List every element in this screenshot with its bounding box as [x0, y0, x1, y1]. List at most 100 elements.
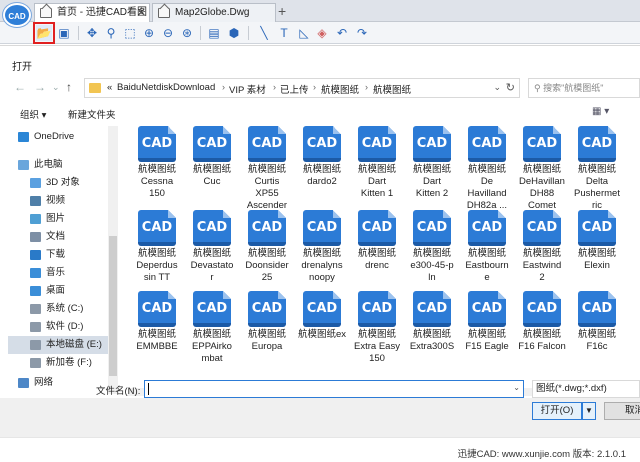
- organize-button[interactable]: 组织 ▾: [20, 107, 46, 121]
- zoom-out-icon[interactable]: ⊖: [160, 25, 176, 41]
- tab-home[interactable]: 首页 - 迅捷CAD看图 ✕: [34, 3, 150, 22]
- open-file-icon[interactable]: 📂: [33, 22, 55, 44]
- sidebar-item[interactable]: 软件 (D:): [8, 318, 118, 336]
- zoom-extents-icon[interactable]: ⊛: [179, 25, 195, 41]
- file-item[interactable]: CAD 航模图纸 drenc: [350, 210, 404, 272]
- file-item[interactable]: CAD 航模图纸 EMMBBE: [130, 291, 184, 353]
- sidebar-item[interactable]: 桌面: [8, 282, 118, 300]
- chevron-down-icon[interactable]: ⌄: [493, 82, 501, 93]
- file-item[interactable]: CAD 航模图纸 Delta Pushermet ric: [570, 126, 624, 212]
- file-item[interactable]: CAD 航模图纸 Curtis XP55 Ascender: [240, 126, 294, 212]
- sidebar-item[interactable]: 图片: [8, 210, 118, 228]
- file-item[interactable]: CAD 航模图纸 e300-45-p ln: [405, 210, 459, 284]
- chevron-down-icon[interactable]: ⌄: [513, 383, 520, 392]
- file-item[interactable]: CAD 航模图纸 Extra300S: [405, 291, 459, 353]
- file-item[interactable]: CAD 航模图纸 Devastato r: [185, 210, 239, 284]
- file-item[interactable]: CAD 航模图纸 dardo2: [295, 126, 349, 188]
- file-item[interactable]: CAD 航模图纸 EPPAirko mbat: [185, 291, 239, 365]
- 3d-view-icon[interactable]: ⬢: [226, 25, 242, 41]
- page-corner-icon: [608, 291, 616, 299]
- file-type-select[interactable]: 图纸(*.dwg;*.dxf): [532, 380, 640, 398]
- pan-icon[interactable]: ✥: [84, 25, 100, 41]
- close-icon[interactable]: ✕: [137, 4, 146, 22]
- file-item[interactable]: CAD 航模图纸 Extra Easy 150: [350, 291, 404, 365]
- sidebar-item[interactable]: 本地磁盘 (E:): [8, 336, 118, 354]
- breadcrumb-item[interactable]: 已上传: [280, 82, 309, 96]
- breadcrumb-item[interactable]: BaiduNetdiskDownload: [117, 82, 215, 93]
- up-arrow-icon[interactable]: ↑: [66, 80, 72, 94]
- tab-map2globe[interactable]: Map2Globe.Dwg: [152, 3, 276, 22]
- file-item[interactable]: CAD 航模图纸 F16 Falcon: [515, 291, 569, 353]
- sidebar-item[interactable]: 音乐: [8, 264, 118, 282]
- sidebar-item[interactable]: OneDrive: [8, 128, 118, 146]
- sidebar-item[interactable]: 3D 对象: [8, 174, 118, 192]
- file-item[interactable]: CAD 航模图纸 Dart Kitten 1: [350, 126, 404, 200]
- file-item[interactable]: CAD 航模图纸 F15 Eagle: [460, 291, 514, 353]
- sidebar-item[interactable]: 此电脑: [8, 156, 118, 174]
- file-item[interactable]: CAD 航模图纸 Europa: [240, 291, 294, 353]
- breadcrumb-separator-icon[interactable]: ›: [365, 82, 368, 92]
- breadcrumb-item[interactable]: 航模图纸: [373, 82, 411, 96]
- breadcrumb-prefix[interactable]: «: [107, 82, 112, 93]
- cancel-button[interactable]: 取消: [604, 402, 640, 420]
- file-item[interactable]: CAD 航模图纸 Deperdus sin TT: [130, 210, 184, 284]
- breadcrumb-item[interactable]: VIP 素材: [229, 82, 266, 96]
- file-name-line: Dart: [368, 176, 386, 187]
- refresh-icon[interactable]: ↻: [506, 81, 515, 94]
- breadcrumb-item[interactable]: 航模图纸: [321, 82, 359, 96]
- chevron-down-icon[interactable]: ⌄: [52, 82, 60, 93]
- sidebar-item[interactable]: 文档: [8, 228, 118, 246]
- file-item[interactable]: CAD 航模图纸 Dart Kitten 2: [405, 126, 459, 200]
- text-icon[interactable]: T: [276, 25, 292, 41]
- sidebar-scrollbar[interactable]: [108, 126, 118, 394]
- save-icon[interactable]: ▣: [56, 25, 72, 41]
- file-item[interactable]: CAD 航模图纸 DeHavillan DH88 Comet: [515, 126, 569, 212]
- breadcrumb-separator-icon[interactable]: ›: [273, 82, 276, 92]
- sidebar-item[interactable]: 下载: [8, 246, 118, 264]
- view-options-icon[interactable]: ▦ ▾: [592, 106, 609, 117]
- file-item[interactable]: CAD 航模图纸 F16c: [570, 291, 624, 353]
- file-name-input[interactable]: ⌄: [144, 380, 524, 398]
- redo-icon[interactable]: ↷: [354, 25, 370, 41]
- new-tab-button[interactable]: +: [278, 3, 286, 19]
- sidebar-item[interactable]: 视频: [8, 192, 118, 210]
- layers-icon[interactable]: ▤: [206, 25, 222, 41]
- file-item[interactable]: CAD 航模图纸 Eastwind 2: [515, 210, 569, 284]
- cad-icon-label: CAD: [526, 136, 558, 151]
- line-icon[interactable]: ╲: [256, 25, 272, 41]
- measure-icon[interactable]: ◺: [296, 25, 312, 41]
- sidebar-item-label: OneDrive: [34, 131, 75, 142]
- file-name-line: dardo2: [307, 176, 337, 187]
- file-item[interactable]: CAD 航模图纸ex: [295, 291, 349, 341]
- open-options-button[interactable]: ▼: [582, 402, 596, 420]
- scrollbar-thumb[interactable]: [109, 236, 117, 376]
- sidebar-item[interactable]: 系统 (C:): [8, 300, 118, 318]
- zoom-window-icon[interactable]: ⬚: [122, 25, 138, 41]
- search-input[interactable]: ⚲ 搜索"航模图纸": [528, 78, 640, 98]
- zoom-in-icon[interactable]: ⊕: [141, 25, 157, 41]
- page-corner-icon: [168, 126, 176, 134]
- file-item[interactable]: CAD 航模图纸 drenalyns noopy: [295, 210, 349, 284]
- file-item[interactable]: CAD 航模图纸 Cessna 150: [130, 126, 184, 200]
- file-name: 航模图纸 Eastbourn e: [460, 248, 514, 284]
- breadcrumb-separator-icon[interactable]: ›: [313, 82, 316, 92]
- sidebar-item-label: 网络: [34, 377, 54, 388]
- back-arrow-icon[interactable]: ←: [14, 80, 26, 94]
- address-bar[interactable]: « BaiduNetdiskDownload › VIP 素材 › 已上传 › …: [84, 78, 520, 98]
- new-folder-button[interactable]: 新建文件夹: [68, 107, 116, 121]
- cad-icon-label: CAD: [141, 301, 173, 316]
- forward-arrow-icon[interactable]: →: [34, 80, 46, 94]
- file-item[interactable]: CAD 航模图纸 De Havilland DH82a ...: [460, 126, 514, 212]
- sidebar-item[interactable]: 新加卷 (F:): [8, 354, 118, 372]
- eraser-icon[interactable]: ◈: [314, 25, 330, 41]
- open-button[interactable]: 打开(O): [532, 402, 582, 420]
- zoom-realtime-icon[interactable]: ⚲: [103, 25, 119, 41]
- breadcrumb-separator-icon[interactable]: ›: [222, 82, 225, 92]
- file-name-line: Eastwind: [522, 260, 562, 271]
- file-item[interactable]: CAD 航模图纸 Eastbourn e: [460, 210, 514, 284]
- file-item[interactable]: CAD 航模图纸 Cuc: [185, 126, 239, 188]
- file-item[interactable]: CAD 航模图纸 Elexin: [570, 210, 624, 272]
- undo-icon[interactable]: ↶: [334, 25, 350, 41]
- file-item[interactable]: CAD 航模图纸 Doonsider 25: [240, 210, 294, 284]
- file-name-line: 航模图纸: [302, 164, 341, 175]
